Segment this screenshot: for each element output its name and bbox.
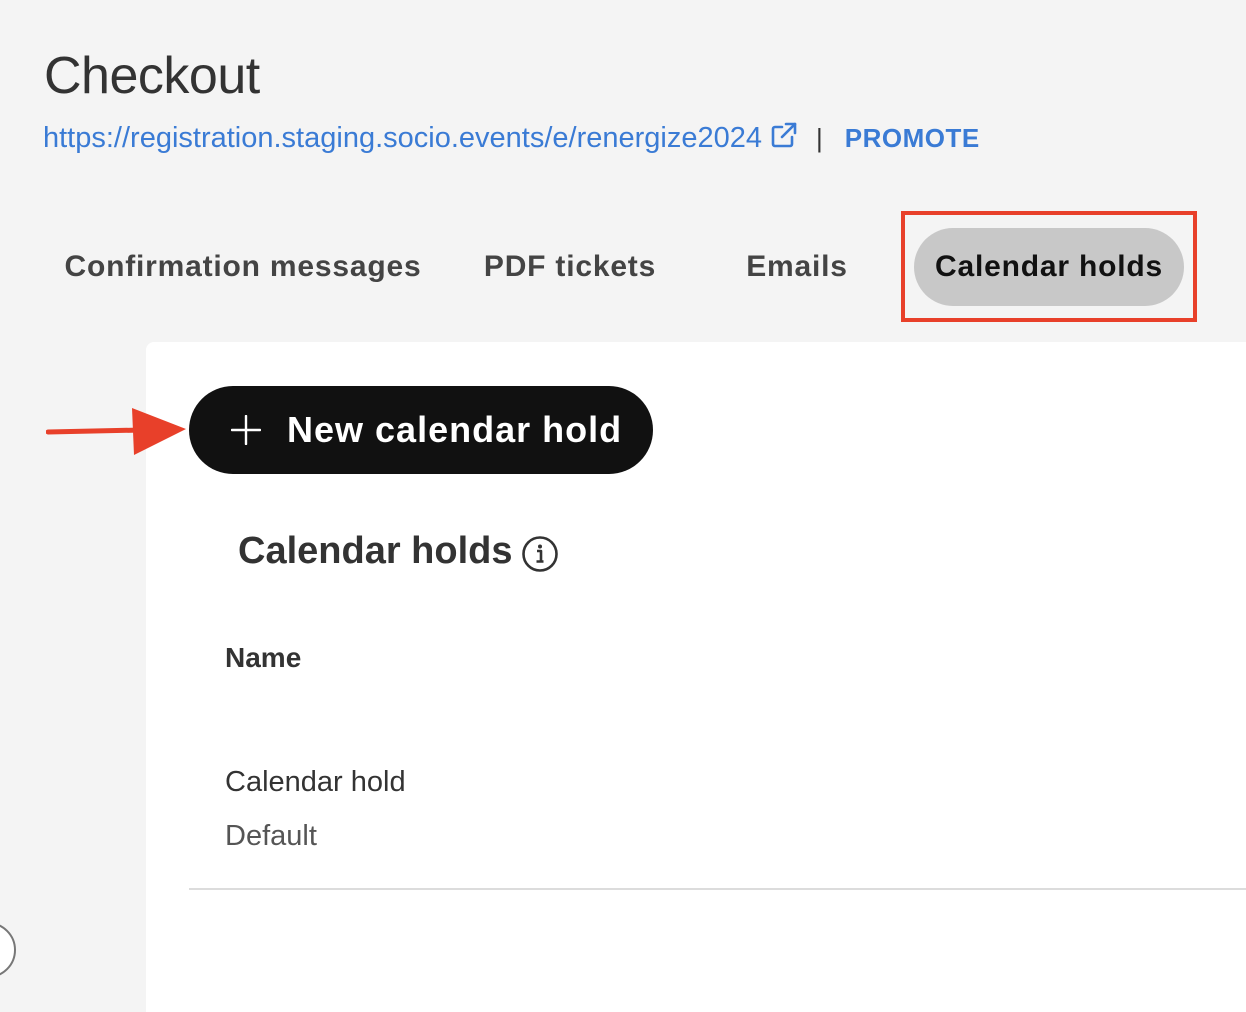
- page: Checkout https://registration.staging.so…: [0, 0, 1246, 1012]
- event-url-link[interactable]: https://registration.staging.socio.event…: [43, 122, 762, 155]
- collapsed-sidebar-toggle[interactable]: [0, 922, 16, 978]
- plus-icon: [231, 415, 261, 445]
- column-header-name: Name: [225, 642, 302, 673]
- page-title: Checkout: [44, 47, 260, 105]
- tab-bar: Confirmation messages PDF tickets Emails…: [0, 228, 1246, 306]
- row-divider: [189, 888, 1246, 890]
- calendar-hold-name[interactable]: Calendar hold: [225, 766, 406, 799]
- separator: |: [815, 122, 823, 153]
- external-link-icon[interactable]: [768, 119, 800, 151]
- tab-emails[interactable]: Emails: [730, 228, 864, 306]
- tab-calendar-holds[interactable]: Calendar holds: [914, 228, 1184, 306]
- promote-link[interactable]: PROMOTE: [845, 123, 980, 154]
- info-icon[interactable]: [521, 535, 559, 573]
- tab-confirmation-messages[interactable]: Confirmation messages: [50, 228, 436, 306]
- tab-pdf-tickets[interactable]: PDF tickets: [470, 228, 670, 306]
- calendar-hold-subtitle: Default: [225, 820, 317, 852]
- arrow-annotation: [46, 408, 186, 455]
- url-row: https://registration.staging.socio.event…: [43, 118, 980, 158]
- new-calendar-hold-label: New calendar hold: [287, 409, 623, 450]
- section-title: Calendar holds: [238, 530, 513, 572]
- new-calendar-hold-button[interactable]: New calendar hold: [189, 386, 653, 474]
